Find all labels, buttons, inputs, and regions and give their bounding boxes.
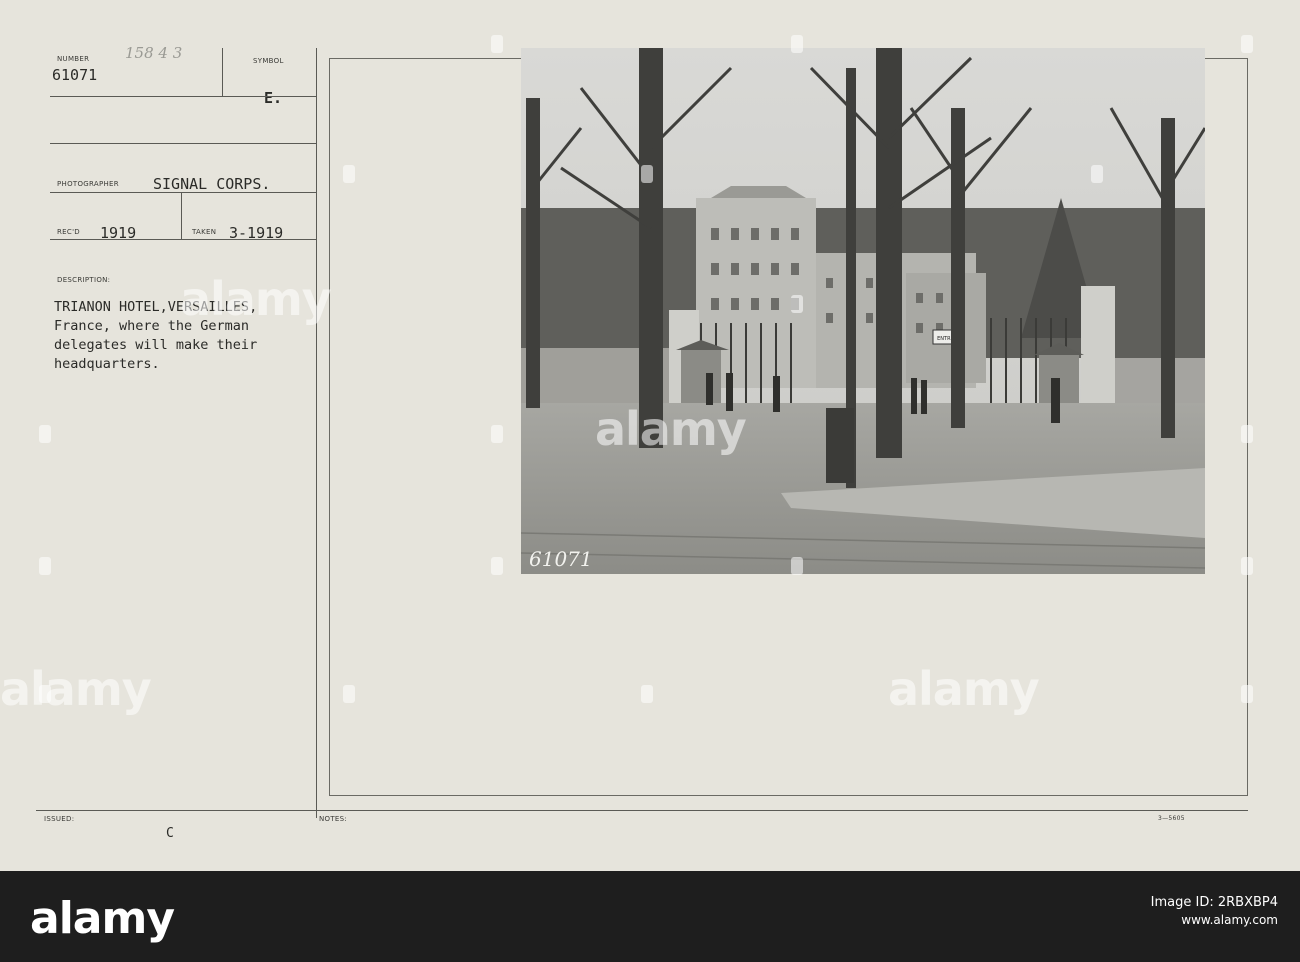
taken-label: TAKEN — [192, 228, 217, 236]
watermark-dot — [343, 165, 355, 183]
description-line: delegates will make their — [54, 337, 258, 353]
watermark-dot — [641, 165, 653, 183]
watermark-dot — [1241, 557, 1253, 575]
watermark-dot — [39, 557, 51, 575]
photograph-scene: ENTREE 61071 — [521, 48, 1205, 574]
watermark-dot — [1241, 685, 1253, 703]
watermark-dot — [791, 295, 803, 313]
number-value: 61071 — [52, 66, 98, 84]
number-handwritten: 158 4 3 — [125, 44, 183, 62]
watermark-dot — [1241, 425, 1253, 443]
photograph-trianon-hotel: ENTREE 61071 — [521, 48, 1205, 574]
watermark-dot — [39, 425, 51, 443]
description-line: headquarters. — [54, 356, 160, 372]
photo-inscription: 61071 — [529, 547, 593, 571]
watermark-text: alamy — [0, 662, 152, 716]
site-link[interactable]: www.alamy.com — [1151, 913, 1278, 927]
watermark-text: alamy — [180, 272, 332, 326]
footer-info: Image ID: 2RBXBP4 www.alamy.com — [1151, 895, 1278, 927]
issued-value: C — [166, 826, 174, 841]
watermark-dot — [791, 35, 803, 53]
recd-label: REC'D — [57, 228, 80, 236]
watermark-dot — [491, 425, 503, 443]
image-id: Image ID: 2RBXBP4 — [1150, 895, 1278, 910]
footer-bar: alamy Image ID: 2RBXBP4 www.alamy.com — [0, 871, 1300, 962]
watermark-text: alamy — [888, 662, 1040, 716]
form-code: 3—5605 — [1158, 815, 1185, 822]
number-label: NUMBER — [57, 55, 90, 63]
photographer-value: SIGNAL CORPS. — [153, 175, 271, 193]
watermark-dot — [791, 557, 803, 575]
symbol-label: SYMBOL — [253, 57, 284, 65]
watermark-dot — [343, 685, 355, 703]
watermark-dot — [491, 35, 503, 53]
footer-logo[interactable]: alamy — [30, 893, 175, 944]
watermark-dot — [641, 685, 653, 703]
symbol-value: E. — [264, 89, 283, 107]
watermark-dot — [1091, 165, 1103, 183]
photographer-label: PHOTOGRAPHER — [57, 180, 119, 188]
watermark-dot — [491, 557, 503, 575]
description-label: DESCRIPTION: — [57, 276, 111, 284]
issued-label: ISSUED: — [44, 815, 75, 823]
watermark-dot — [1241, 35, 1253, 53]
watermark-text: alamy — [595, 402, 747, 456]
notes-label: NOTES: — [319, 815, 348, 823]
archive-card: NUMBER 158 4 3 61071 SYMBOL E. PHOTOGRAP… — [0, 0, 1300, 871]
